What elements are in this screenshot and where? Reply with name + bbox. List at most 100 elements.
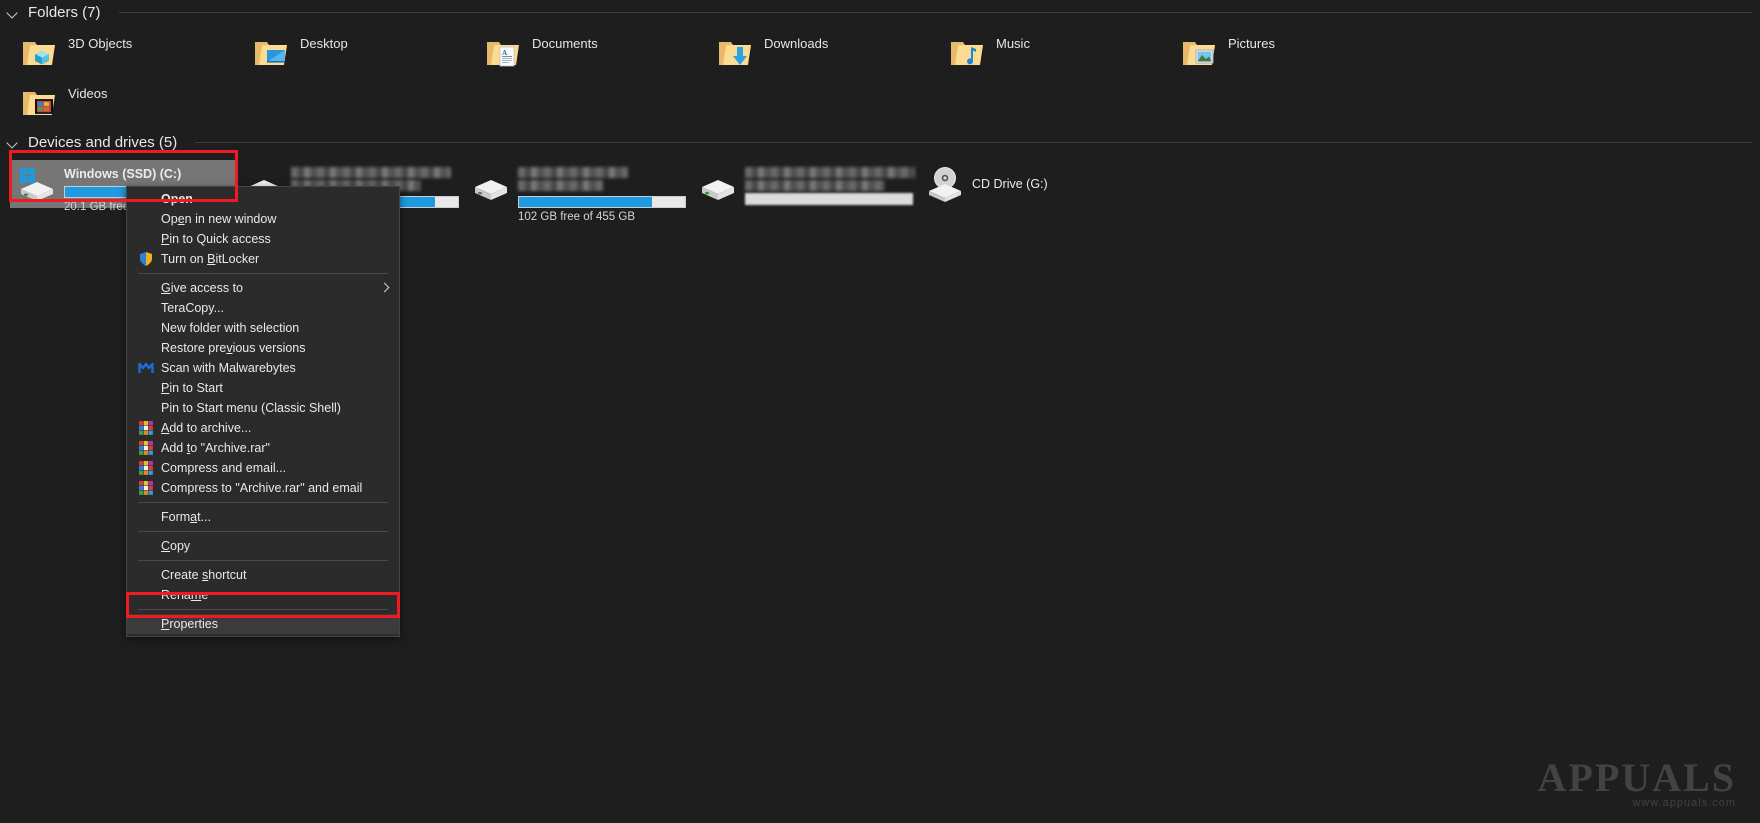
folder-item[interactable]: A Documents [482,28,714,78]
folders-group-title: Folders (7) [28,3,101,21]
drive-name-censored [291,167,451,178]
menu-item-label: TeraCopy... [161,301,224,315]
cd-drive-icon [924,163,966,205]
watermark: APPUALS www.appuals.com [1538,754,1736,809]
folder-item-label: Documents [532,36,598,51]
folder-item-label: Downloads [764,36,829,51]
drive-item[interactable] [691,160,918,208]
menu-item-label: Turn on BitLocker [161,252,260,266]
chevron-down-icon[interactable] [6,135,20,149]
menu-item-restore-previous-versions[interactable]: Restore previous versions [127,338,399,358]
drive-item[interactable]: CD Drive (G:) [918,160,1145,208]
windows-drive-icon [16,163,58,205]
folder-item-label: Desktop [300,36,348,51]
menu-item-scan-with-malwarebytes[interactable]: Scan with Malwarebytes [127,358,399,378]
menu-item-add-to-archive[interactable]: Add to archive... [127,418,399,438]
drive-info: 102 GB free of 455 GB [518,163,687,223]
menu-item-label: Give access to [161,281,243,295]
menu-item-icon-placeholder [138,340,154,356]
menu-item-icon-placeholder [138,567,154,583]
folder-item-label: Music [996,36,1030,51]
folder-item-label: Pictures [1228,36,1275,51]
menu-item-label: Pin to Quick access [161,232,271,246]
menu-separator [138,502,388,503]
winrar-icon [138,440,154,456]
menu-item-give-access-to[interactable]: Give access to [127,278,399,298]
hard-drive-icon [470,163,512,205]
drive-name-censored [518,167,628,178]
menu-item-icon-placeholder [138,400,154,416]
menu-item-icon-placeholder [138,280,154,296]
malwarebytes-icon [138,360,154,376]
folder-item[interactable]: 3D Objects [18,28,250,78]
menu-item-icon-placeholder [138,300,154,316]
menu-item-new-folder-with-selection[interactable]: New folder with selection [127,318,399,338]
menu-item-format[interactable]: Format... [127,507,399,527]
menu-item-label: Rename [161,588,209,602]
menu-item-label: Add to archive... [161,421,252,435]
menu-item-label: New folder with selection [161,321,300,335]
drive-name: Windows (SSD) (C:) [64,167,182,181]
folder-pictures-icon [1182,38,1216,68]
folder-documents-icon: A [486,38,520,68]
folder-3d-objects-icon [22,38,56,68]
menu-item-compress-and-email[interactable]: Compress and email... [127,458,399,478]
folder-downloads-icon [718,38,752,68]
winrar-icon [138,460,154,476]
drive-item[interactable]: 102 GB free of 455 GB [464,160,691,223]
menu-item-icon-placeholder [138,587,154,603]
menu-item-properties[interactable]: Properties [127,614,399,634]
menu-item-teracopy[interactable]: TeraCopy... [127,298,399,318]
menu-item-icon-placeholder [138,191,154,207]
menu-item-icon-placeholder [138,211,154,227]
menu-item-compress-to-archive-rar-and-email[interactable]: Compress to "Archive.rar" and email [127,478,399,498]
folder-item[interactable]: Videos [18,78,250,128]
menu-item-add-to-archive-rar[interactable]: Add to "Archive.rar" [127,438,399,458]
menu-item-pin-to-start[interactable]: Pin to Start [127,378,399,398]
menu-item-label: Compress to "Archive.rar" and email [161,481,363,495]
folder-item[interactable]: Music [946,28,1178,78]
group-divider-rule [195,141,1752,143]
chevron-down-icon[interactable] [6,5,20,19]
drive-name-censored-2 [745,180,885,191]
drives-group-header[interactable]: Devices and drives (5) [0,130,1760,154]
winrar-icon [138,420,154,436]
menu-item-label: Open in new window [161,212,277,226]
drive-name-censored-2 [518,180,603,191]
drives-group-title: Devices and drives (5) [28,133,178,151]
folder-videos-icon [22,88,56,118]
menu-item-copy[interactable]: Copy [127,536,399,556]
menu-item-pin-to-start-menu-classic-shell[interactable]: Pin to Start menu (Classic Shell) [127,398,399,418]
menu-item-label: Pin to Start menu (Classic Shell) [161,401,341,415]
drive-context-menu[interactable]: Open Open in new window Pin to Quick acces… [126,186,400,637]
menu-item-label: Format... [161,510,212,524]
menu-item-create-shortcut[interactable]: Create shortcut [127,565,399,585]
folder-item[interactable]: Downloads [714,28,946,78]
folder-item[interactable]: Pictures [1178,28,1410,78]
winrar-icon [138,480,154,496]
menu-item-icon-placeholder [138,320,154,336]
menu-separator [138,273,388,274]
menu-item-label: Copy [161,539,191,553]
menu-separator [138,560,388,561]
bitlocker-shield-icon [138,251,154,267]
menu-item-icon-placeholder [138,231,154,247]
folder-music-icon [950,38,984,68]
menu-item-label: Pin to Start [161,381,223,395]
folder-desktop-icon [254,38,288,68]
menu-separator [138,609,388,610]
svg-text:A: A [502,49,507,57]
watermark-main-text: APPUALS [1537,755,1736,800]
menu-item-open[interactable]: Open [127,189,399,209]
menu-item-pin-to-quick-access[interactable]: Pin to Quick access [127,229,399,249]
menu-item-icon-placeholder [138,380,154,396]
folder-item-label: 3D Objects [68,36,133,51]
menu-item-rename[interactable]: Rename [127,585,399,605]
menu-item-label: Restore previous versions [161,341,306,355]
menu-item-turn-on-bitlocker[interactable]: Turn on BitLocker [127,249,399,269]
group-divider-rule [118,11,1752,13]
folders-group-header[interactable]: Folders (7) [0,0,1760,24]
folder-item[interactable]: Desktop [250,28,482,78]
menu-item-label: Add to "Archive.rar" [161,441,270,455]
menu-item-open-in-new-window[interactable]: Open in new window [127,209,399,229]
